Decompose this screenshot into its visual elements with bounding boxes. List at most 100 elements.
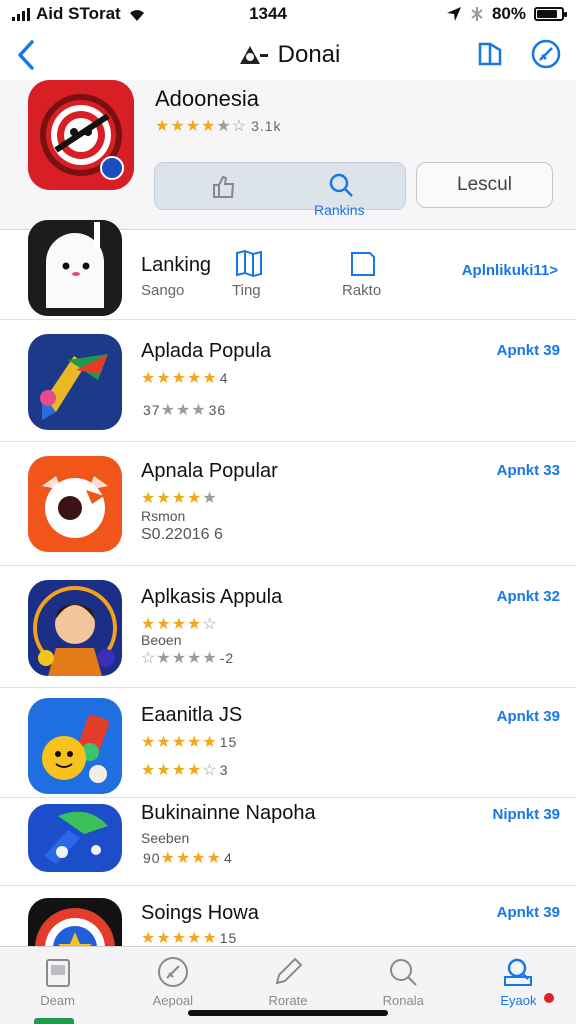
app-name: Soings Howa [141, 902, 259, 924]
shield-icon [239, 46, 268, 64]
tab-label: Aepoal [152, 993, 194, 1008]
tab-deam[interactable]: Deam [0, 947, 115, 1024]
compass-icon [157, 957, 188, 987]
list-item[interactable]: Soings Howa ★★★★★ 15 Apnkt 39 [0, 886, 576, 946]
rating-prefix: 37 [143, 402, 161, 418]
tab-label: Rorate [268, 993, 308, 1008]
get-link[interactable]: Aplnlikuki11> [462, 262, 558, 279]
get-button[interactable]: Apnkt 39 [497, 708, 560, 725]
get-button[interactable]: Apnkt 33 [497, 462, 560, 479]
back-button[interactable] [10, 36, 44, 74]
col-label-2: Rakto [342, 282, 382, 299]
app-category: Beoen [141, 632, 182, 648]
app-icon[interactable] [28, 334, 122, 430]
featured-rating: ★★★★★☆ 3.1k [155, 118, 282, 135]
app-artwork [28, 698, 122, 794]
get-button[interactable]: Apnkt 39 [497, 342, 560, 359]
notification-badge [544, 993, 555, 1003]
app-artwork [28, 456, 122, 552]
col-label-1: Ting [232, 282, 261, 299]
rating-count: 4 [219, 370, 229, 386]
app-icon[interactable] [28, 804, 122, 872]
app-name: Aplkasis Appula [141, 586, 283, 608]
page-title: Donai [236, 41, 341, 69]
app-category: Rsmon [141, 508, 186, 524]
status-bar: Aid STorat 1344 80% [0, 0, 576, 28]
rating-secondary: ☆★★★★ -2 [141, 650, 235, 667]
featured-app-icon[interactable] [28, 80, 134, 190]
rating: ★★★★★ 15 [141, 930, 238, 946]
segmented-control[interactable] [154, 162, 406, 210]
get-button[interactable]: Apnkt 32 [497, 588, 560, 605]
list-item[interactable]: Apnala Popular ★★★★★ Rsmon S0.22016 6 Ap… [0, 442, 576, 566]
featured-app-artwork [28, 80, 134, 190]
rating-secondary: 37★★★ 36 [143, 402, 227, 419]
status-time: 1344 [249, 4, 287, 23]
app-category: Seeben [141, 830, 190, 846]
rating-prefix: 90 [143, 850, 161, 866]
app-name: Eaanitla JS [141, 704, 243, 726]
rating-secondary: ★★★★☆ 3 [141, 762, 229, 779]
signal-icon [12, 7, 30, 21]
map-icon[interactable] [234, 248, 264, 278]
thumbs-up-icon[interactable] [211, 173, 237, 199]
app-artwork [28, 898, 122, 946]
tab-label: Deam [40, 993, 75, 1008]
list-item[interactable]: Aplkasis Appula ★★★★☆ Beoen ☆★★★★ -2 Apnk… [0, 566, 576, 688]
tab-eyaok[interactable]: Eyaok [461, 947, 576, 1024]
wifi-icon [129, 10, 144, 21]
ranking-row[interactable]: Lanking Sango Ting Rakto Aplnlikuki11> [0, 218, 576, 320]
rating: ★★★★☆ [141, 616, 218, 633]
rating-count: 15 [219, 734, 238, 750]
book-icon[interactable] [476, 38, 508, 70]
app-artwork [28, 804, 122, 872]
doc-icon [45, 959, 70, 987]
rating: ★★★★★ [141, 490, 218, 507]
segment-label[interactable]: Rankins [314, 202, 365, 218]
list-item[interactable]: Bukinainne Napoha Seeben 90★★★★ 4 Nipnkt … [0, 798, 576, 886]
rating: ★★★★★ 15 [141, 734, 238, 751]
alarm-icon [471, 7, 483, 21]
app-icon[interactable] [28, 220, 122, 316]
featured-rating-text: 3.1k [251, 118, 282, 134]
get-button[interactable]: Nipnkt 39 [492, 806, 560, 823]
carrier-label: Aid STorat [36, 4, 121, 23]
app-icon[interactable] [28, 456, 122, 552]
app-icon[interactable] [28, 898, 122, 946]
status-right: 80% [364, 4, 567, 24]
battery-percent: 80% [491, 4, 526, 23]
tab-label: Ronala [382, 993, 424, 1008]
rating-suffix: 4 [223, 850, 233, 866]
nav-actions [476, 38, 562, 70]
pencil-icon [275, 957, 303, 985]
page-title-text: Donai [277, 41, 341, 68]
row-subtitle: Sango [141, 282, 185, 299]
list-item[interactable]: Aplada Popula ★★★★★ 4 37★★★ 36 Apnkt 39 [0, 320, 576, 442]
green-strip [34, 1018, 74, 1024]
app-icon[interactable] [28, 580, 122, 676]
location-icon [446, 7, 461, 21]
rating-secondary: 90★★★★ 4 [143, 850, 233, 867]
search-icon [390, 959, 417, 986]
tab-label: Eyaok [500, 993, 537, 1008]
home-indicator[interactable] [188, 1010, 388, 1016]
app-icon[interactable] [28, 698, 122, 794]
ghost-artwork [28, 220, 122, 316]
folder-icon[interactable] [348, 248, 378, 278]
app-name: Bukinainne Napoha [141, 802, 316, 824]
featured-panel: Adoonesia ★★★★★☆ 3.1k Rankins Lescul [0, 80, 576, 230]
featured-app-name[interactable]: Adoonesia [155, 86, 259, 112]
rating: ★★★★★ 4 [141, 370, 229, 387]
search-icon[interactable] [327, 171, 355, 199]
app-name: Apnala Popular [141, 460, 278, 482]
nav-bar: Donai [0, 30, 576, 80]
secondary-button[interactable]: Lescul [416, 162, 553, 208]
compass-icon[interactable] [530, 38, 562, 70]
list-item[interactable]: Eaanitla JS ★★★★★ 15 ★★★★☆ 3 Apnkt 39 [0, 688, 576, 798]
search-doc-icon [504, 958, 533, 986]
app-artwork [28, 334, 122, 430]
get-button[interactable]: Apnkt 39 [497, 904, 560, 921]
app-name: Aplada Popula [141, 340, 272, 362]
row-title: Lanking [141, 254, 212, 276]
battery-icon [534, 7, 567, 21]
